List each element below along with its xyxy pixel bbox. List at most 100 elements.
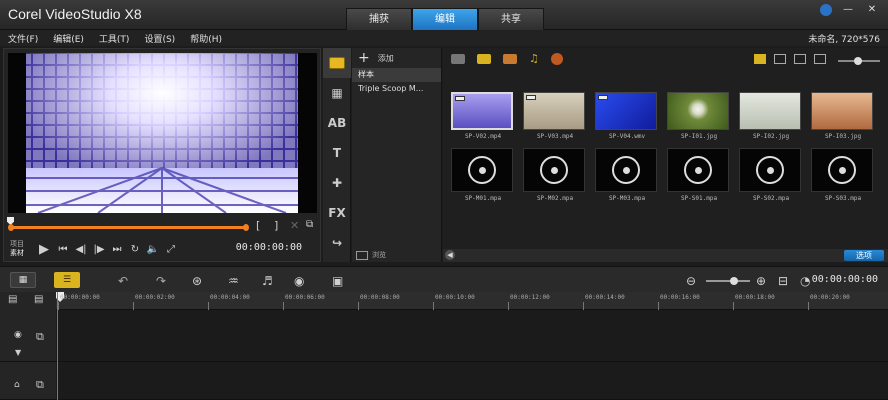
timeline-view-button[interactable]: ☰ [54,272,80,288]
track-manager-icon[interactable]: ▤ [8,294,17,305]
thumbnail-caption: SP-I03.jpg [824,133,862,140]
redo-icon[interactable]: ↷ [156,274,166,288]
ruler-tick [358,302,359,310]
ruler-tick [658,302,659,310]
zoom-in-icon[interactable]: ⊕ [756,274,766,288]
play-button[interactable]: ▶ [34,242,54,257]
tab-path[interactable]: ↪ [323,228,351,258]
trim-start-handle[interactable] [8,224,14,231]
home-button[interactable]: ⏮ [54,244,72,255]
thumbnail-caption: SP-V02.mp4 [464,133,502,140]
mark-in-button[interactable]: [ [256,219,260,232]
mark-out-button[interactable]: ] [274,219,278,232]
ruler-tick [583,302,584,310]
add-label: 添加 [377,53,394,63]
overlay-track[interactable] [56,362,888,400]
options-button[interactable]: 选项 [844,250,884,261]
ruler-tick [208,302,209,310]
copy-icon[interactable]: ⧉ [306,219,313,230]
minimize-button[interactable]: — [840,3,856,17]
zoom-out-icon[interactable]: ⊖ [686,274,696,288]
add-folder-button[interactable]: + 添加 [352,48,441,68]
folder-icon[interactable] [451,54,465,64]
thumbnail-image [451,92,513,130]
help-globe-icon[interactable] [820,4,832,16]
mode-clip[interactable]: 素材 [10,249,34,258]
thumbnail-item[interactable]: SP-I02.jpg [739,92,803,144]
list-view-icon[interactable] [774,54,786,64]
thumbnail-item[interactable]: SP-M02.mpa [523,148,587,202]
record-capture-icon[interactable]: ⊛ [192,274,202,288]
disc-icon [756,156,784,184]
storyboard-view-button[interactable]: ▦ [10,272,36,288]
folder-item[interactable]: 样本 [352,68,441,82]
tab-edit[interactable]: 编辑 [412,8,478,30]
tab-capture[interactable]: 捕获 [346,8,412,30]
undo-icon[interactable]: ↶ [118,274,128,288]
folder-item[interactable]: Triple Scoop M... [352,82,441,96]
mode-project[interactable]: 项目 [10,240,34,249]
tab-graphic[interactable]: ✚ [323,168,351,198]
tab-share[interactable]: 共享 [478,8,544,30]
import-icon[interactable] [814,54,826,64]
preview-timecode[interactable]: 00:00:00:00 [236,242,302,253]
volume-icon[interactable]: 🔈 [144,244,162,255]
thumbnail-item[interactable]: SP-M01.mpa [451,148,515,202]
thumbnail-item[interactable]: SP-S03.mpa [811,148,875,202]
cut-icon[interactable]: ✕ [290,219,299,232]
sort-icon[interactable] [550,53,563,65]
fullscreen-icon[interactable]: ⤢ [162,244,180,255]
browse-button[interactable]: 浏览 [356,250,386,260]
thumbnail-item[interactable]: SP-S01.mpa [667,148,731,202]
auto-music-icon[interactable]: ♬ [262,274,273,288]
subtitle-editor-icon[interactable]: ▣ [332,274,343,288]
tab-filter[interactable]: FX [323,198,351,228]
menu-help[interactable]: 帮助(H) [182,32,229,45]
collapse-arrow-icon[interactable]: ◀ [445,250,455,260]
tab-media[interactable] [323,48,351,78]
timeline-timecode[interactable]: 00:00:00:00 [812,274,878,285]
disc-icon [684,156,712,184]
menu-edit[interactable]: 编辑(E) [45,32,91,45]
tab-instant-project[interactable]: ▦ [323,78,351,108]
thumbnail-item[interactable]: SP-V04.wmv [595,92,659,144]
timeline-ruler[interactable]: 00:00:00:00 00:00:02:00 00:00:04:00 00:00:0… [56,292,888,310]
motion-tracking-icon[interactable]: ◉ [294,274,304,288]
menu-tools[interactable]: 工具(T) [91,32,137,45]
grid-view-icon[interactable] [794,54,806,64]
thumbnail-item[interactable]: SP-M03.mpa [595,148,659,202]
tab-title[interactable]: T [323,138,351,168]
sound-mixer-icon[interactable]: ♒ [228,274,239,288]
previous-frame-button[interactable]: ◀| [72,244,90,255]
trim-end-handle[interactable] [243,224,249,231]
track-lock-icon[interactable]: ⌂ [14,380,20,390]
show-audio-icon[interactable]: ♫ [529,53,539,64]
scrub-bar[interactable]: [ ] ✕ ⧉ [7,217,316,235]
track-menu-arrow-icon[interactable]: ▼ [15,348,21,357]
track-visibility-icon[interactable]: ◉ [14,330,22,340]
menu-file[interactable]: 文件(F) [0,32,45,45]
play-mode[interactable]: 项目 素材 [10,240,34,258]
thumbnail-view-icon[interactable] [754,54,766,64]
thumbnail-size-slider[interactable] [838,57,880,65]
repeat-icon[interactable]: ↻ [126,244,144,255]
thumbnail-item[interactable]: SP-I01.jpg [667,92,731,144]
thumbnail-item[interactable]: SP-V02.mp4 [451,92,515,144]
video-track[interactable] [56,310,888,362]
timeline-zoom-slider[interactable] [706,277,750,285]
next-frame-button[interactable]: |▶ [90,244,108,255]
show-photos-icon[interactable] [503,54,517,64]
ruler-tick-label: 00:00:18:00 [735,294,775,301]
ruler-tick-label: 00:00:10:00 [435,294,475,301]
tab-transition[interactable]: AB [323,108,351,138]
fit-project-icon[interactable]: ⊟ [778,274,788,288]
thumbnail-item[interactable]: SP-V03.mp4 [523,92,587,144]
show-videos-icon[interactable] [477,54,491,64]
end-button[interactable]: ⏭ [108,244,126,255]
thumbnail-item[interactable]: SP-S02.mpa [739,148,803,202]
thumbnail-caption: SP-S03.mpa [824,195,862,202]
close-button[interactable]: ✕ [864,3,880,17]
chapter-point-icon[interactable]: ▤ [34,294,43,305]
menu-settings[interactable]: 设置(S) [136,32,182,45]
thumbnail-item[interactable]: SP-I03.jpg [811,92,875,144]
